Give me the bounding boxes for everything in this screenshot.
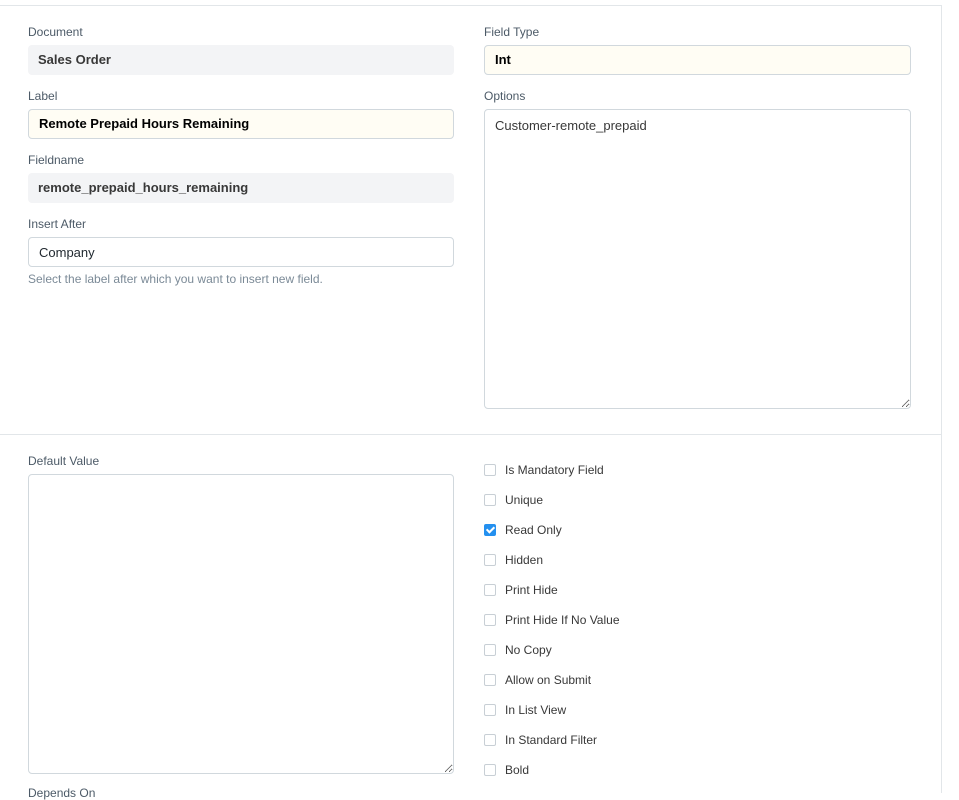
checkbox-label-is-mandatory-field: Is Mandatory Field (505, 463, 604, 477)
depends-on-label: Depends On (28, 786, 96, 800)
checkbox-label-print-hide: Print Hide (505, 583, 558, 597)
field-type-field[interactable]: Int (484, 45, 911, 75)
checkbox-label-bold: Bold (505, 763, 530, 777)
checkbox-hidden[interactable] (484, 554, 496, 566)
insert-after-help: Select the label after which you want to… (28, 272, 323, 286)
checkbox-label-in-list-view: In List View (505, 703, 567, 717)
checkbox-label-no-copy: No Copy (505, 643, 552, 657)
checkbox-row-no-copy[interactable]: No Copy (484, 642, 552, 658)
right-border (941, 5, 942, 793)
checkbox-no-copy[interactable] (484, 644, 496, 656)
fieldname-label: Fieldname (28, 153, 85, 167)
default-value-textarea[interactable] (28, 474, 454, 774)
top-border (0, 5, 941, 6)
checkbox-row-is-mandatory-field[interactable]: Is Mandatory Field (484, 462, 604, 478)
checkbox-row-allow-on-submit[interactable]: Allow on Submit (484, 672, 591, 688)
label-field[interactable]: Remote Prepaid Hours Remaining (28, 109, 454, 139)
field-type-label: Field Type (484, 25, 540, 39)
checkbox-is-mandatory-field[interactable] (484, 464, 496, 476)
checkbox-row-in-standard-filter[interactable]: In Standard Filter (484, 732, 597, 748)
insert-after-label: Insert After (28, 217, 87, 231)
checkbox-allow-on-submit[interactable] (484, 674, 496, 686)
default-value-label: Default Value (28, 454, 100, 468)
section-divider (0, 434, 941, 435)
checkbox-row-print-hide[interactable]: Print Hide (484, 582, 558, 598)
document-field[interactable]: Sales Order (28, 45, 454, 75)
checkbox-label-read-only: Read Only (505, 523, 562, 537)
fieldname-field[interactable]: remote_prepaid_hours_remaining (28, 173, 454, 203)
checkbox-row-print-hide-if-no-value[interactable]: Print Hide If No Value (484, 612, 620, 628)
checkbox-label-hidden: Hidden (505, 553, 544, 567)
checkbox-label-in-standard-filter: In Standard Filter (505, 733, 598, 747)
checkbox-row-read-only[interactable]: Read Only (484, 522, 562, 538)
insert-after-input[interactable] (28, 237, 454, 267)
label-label: Label (28, 89, 58, 103)
checkbox-unique[interactable] (484, 494, 496, 506)
checkbox-row-in-list-view[interactable]: In List View (484, 702, 566, 718)
checkbox-in-list-view[interactable] (484, 704, 496, 716)
checkbox-in-standard-filter[interactable] (484, 734, 496, 746)
document-label: Document (28, 25, 83, 39)
checkbox-label-unique: Unique (505, 493, 544, 507)
checkbox-bold[interactable] (484, 764, 496, 776)
checkbox-row-hidden[interactable]: Hidden (484, 552, 543, 568)
checkbox-row-bold[interactable]: Bold (484, 762, 529, 778)
checkbox-row-unique[interactable]: Unique (484, 492, 543, 508)
options-label: Options (484, 89, 526, 103)
options-textarea[interactable]: Customer-remote_prepaid (484, 109, 911, 409)
checkbox-print-hide[interactable] (484, 584, 496, 596)
checkbox-label-allow-on-submit: Allow on Submit (505, 673, 592, 687)
checkbox-read-only[interactable] (484, 524, 496, 536)
checkbox-label-print-hide-if-no-value: Print Hide If No Value (505, 613, 620, 627)
checkbox-print-hide-if-no-value[interactable] (484, 614, 496, 626)
